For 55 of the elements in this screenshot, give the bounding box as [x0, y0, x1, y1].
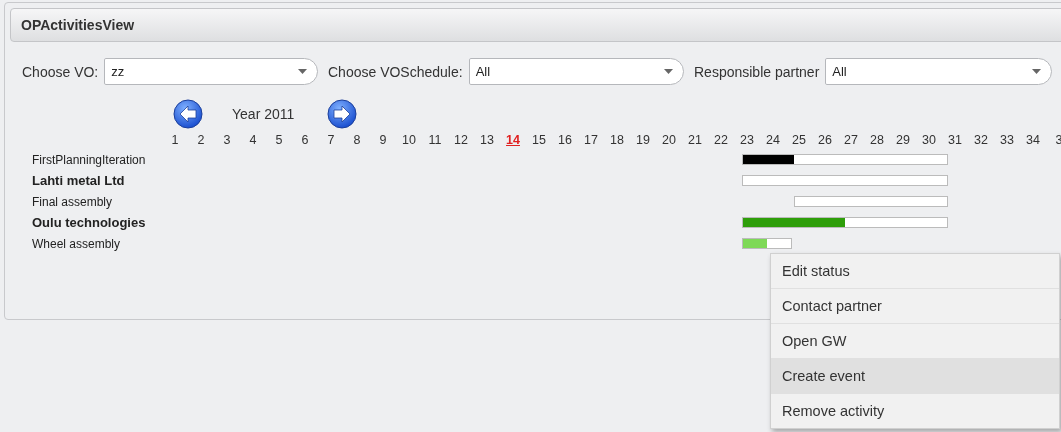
- week-number: 7: [326, 133, 336, 147]
- week-number: 34: [1025, 133, 1041, 147]
- week-number: 26: [817, 133, 833, 147]
- menu-item[interactable]: Create event: [771, 359, 1059, 394]
- week-number: 23: [739, 133, 755, 147]
- field-label: Choose VO:: [22, 63, 99, 80]
- week-number: 15: [531, 133, 547, 147]
- week-number: 6: [300, 133, 310, 147]
- week-number: 20: [661, 133, 677, 147]
- dropdown-arrow-icon: [1032, 69, 1041, 74]
- field-label: Choose VOSchedule:: [328, 63, 463, 80]
- dropdown-arrow-icon: [664, 69, 673, 74]
- week-number: 21: [687, 133, 703, 147]
- week-number: 1: [170, 133, 180, 147]
- week-number: 4: [248, 133, 258, 147]
- dropdown-field[interactable]: zz: [104, 58, 318, 85]
- activity-name: Wheel assembly: [32, 236, 122, 251]
- activity-name: Final assembly: [32, 194, 114, 209]
- field-label: Responsible partner: [694, 63, 820, 80]
- week-number: 9: [378, 133, 388, 147]
- partner-name: Lahti metal Ltd: [32, 173, 126, 188]
- week-number: 22: [713, 133, 729, 147]
- dropdown-field[interactable]: All: [468, 58, 684, 85]
- week-number: 32: [973, 133, 989, 147]
- panel-header: OPActivitiesView: [10, 8, 1061, 42]
- week-number: 13: [479, 133, 495, 147]
- week-number: 30: [921, 133, 937, 147]
- week-number: 16: [557, 133, 573, 147]
- week-number: 12: [453, 133, 469, 147]
- week-number: 5: [274, 133, 284, 147]
- menu-item[interactable]: Contact partner: [771, 289, 1059, 324]
- week-number: 11: [427, 133, 443, 147]
- week-number: 3: [222, 133, 232, 147]
- week-number: 29: [895, 133, 911, 147]
- week-number: 25: [791, 133, 807, 147]
- week-number: 14: [505, 133, 521, 147]
- schedule-name: FirstPlanningIteration: [32, 152, 147, 167]
- week-number: 31: [947, 133, 963, 147]
- week-number: 33: [999, 133, 1015, 147]
- week-number: 19: [635, 133, 651, 147]
- menu-item[interactable]: Remove activity: [771, 394, 1059, 428]
- dropdown-arrow-icon: [298, 69, 307, 74]
- week-number: 8: [352, 133, 362, 147]
- dropdown-field[interactable]: All: [825, 58, 1052, 85]
- timeline-bar[interactable]: [742, 154, 948, 165]
- week-number: 2: [196, 133, 206, 147]
- week-number: 28: [869, 133, 885, 147]
- week-number: 24: [765, 133, 781, 147]
- week-number: 27: [843, 133, 859, 147]
- year-label: Year 2011: [232, 106, 295, 122]
- week-number: 17: [583, 133, 599, 147]
- menu-item[interactable]: Edit status: [771, 254, 1059, 289]
- week-number: 18: [609, 133, 625, 147]
- partner-name: Oulu technologies: [32, 215, 147, 230]
- week-number: 10: [401, 133, 417, 147]
